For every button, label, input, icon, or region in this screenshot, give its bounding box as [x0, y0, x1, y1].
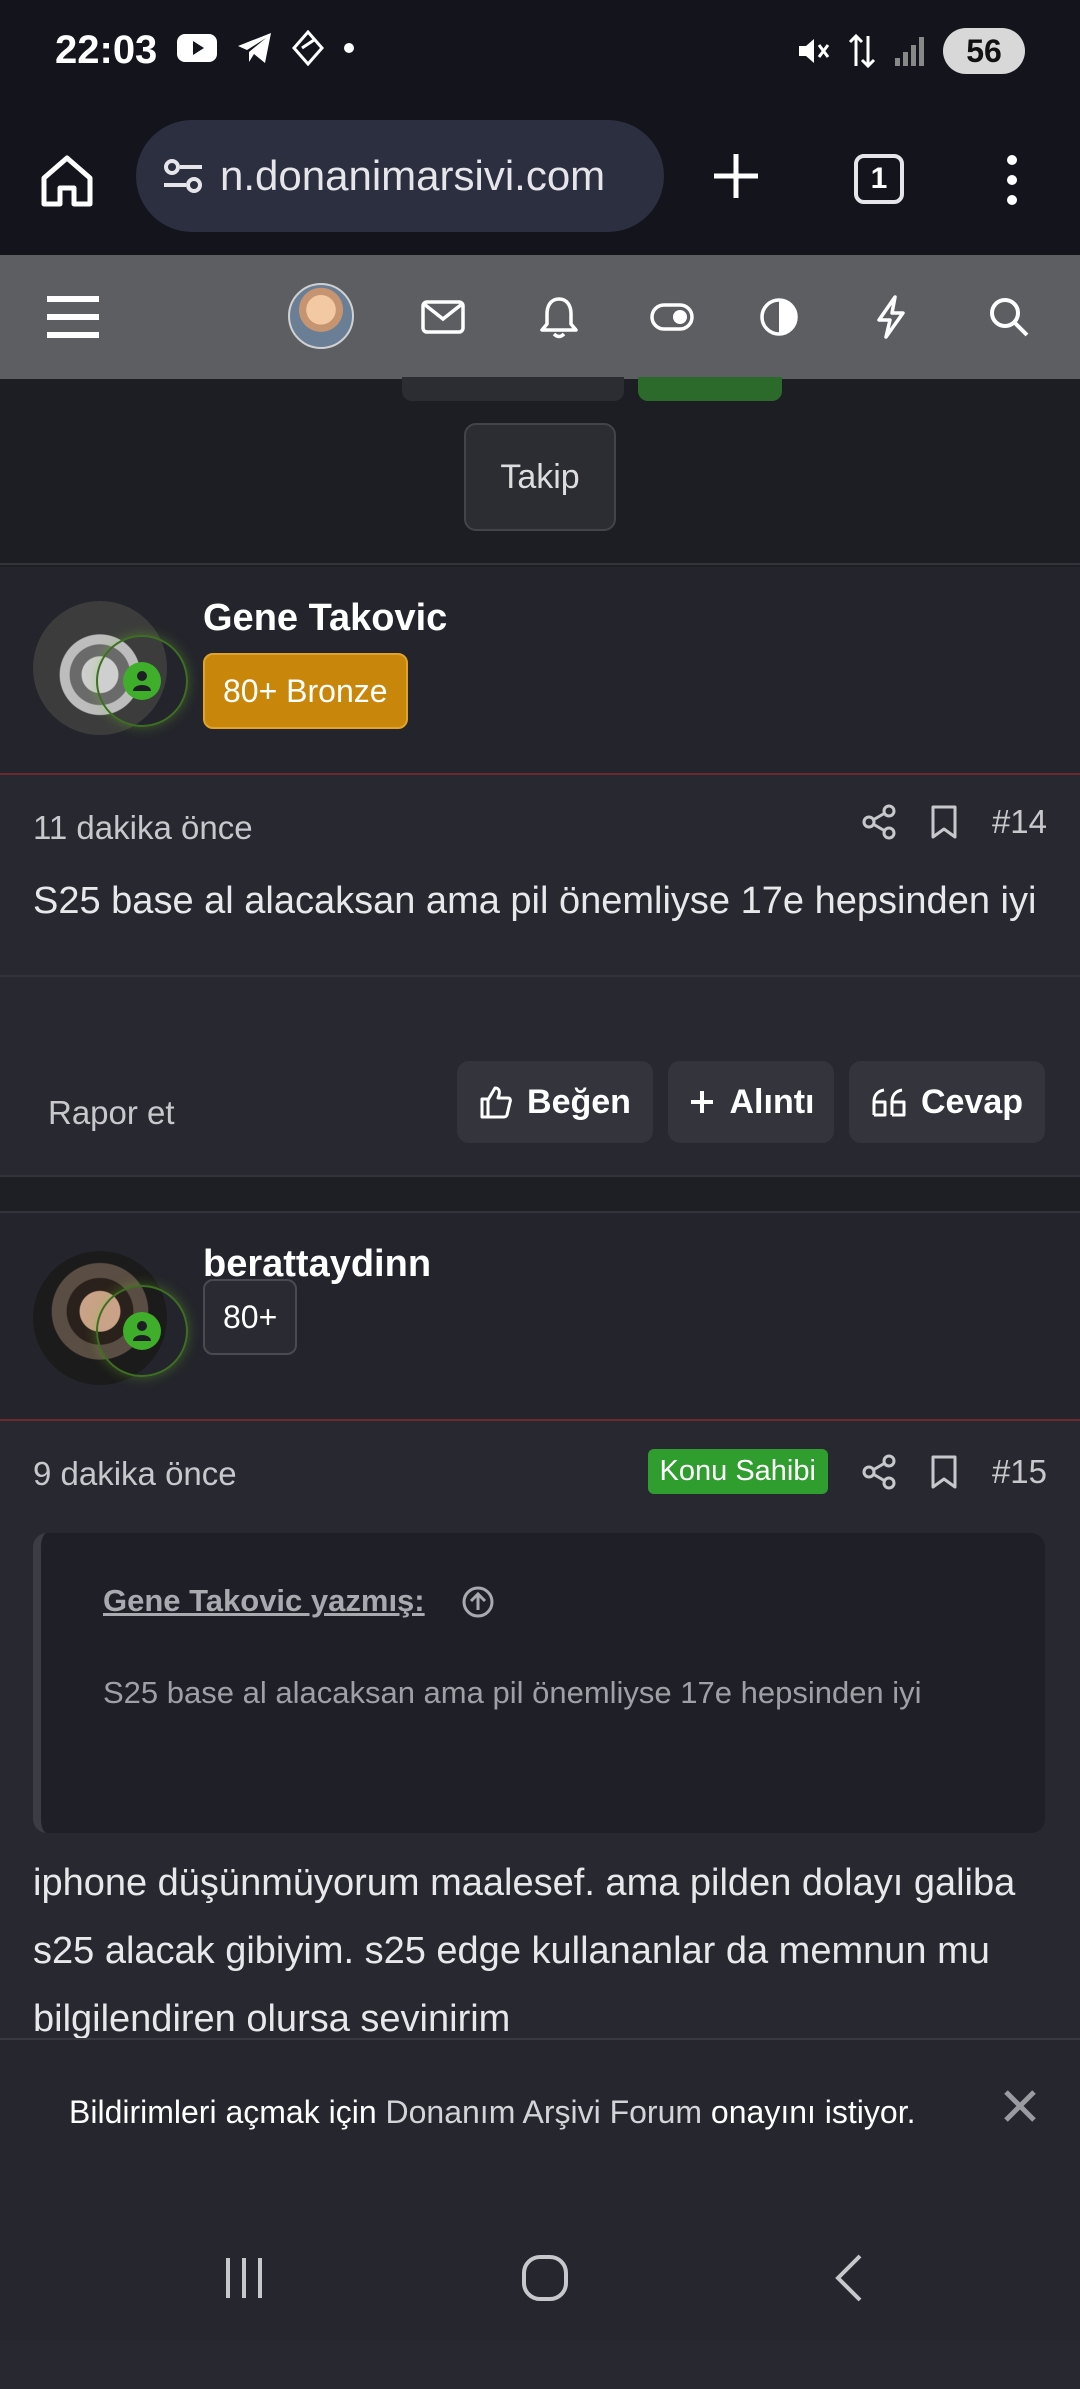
contrast-icon[interactable]: [748, 286, 810, 348]
youtube-icon: [177, 34, 217, 62]
share-icon[interactable]: [862, 1454, 896, 1490]
report-link[interactable]: Rapor et: [48, 1094, 175, 1132]
owner-badge: Konu Sahibi: [647, 1449, 828, 1494]
like-button[interactable]: Beğen: [457, 1061, 653, 1143]
post-number[interactable]: #15: [992, 1453, 1047, 1491]
post-body: iphone düşünmüyorum maalesef. ama pilden…: [33, 1862, 1016, 2040]
quote-author-link[interactable]: Gene Takovic yazmış:: [103, 1583, 425, 1619]
post-time[interactable]: 11 dakika önce: [33, 809, 253, 847]
thumbs-up-icon: [480, 1086, 512, 1119]
more-menu-icon[interactable]: [1000, 150, 1024, 210]
post-meta-actions: #14: [862, 803, 1047, 841]
diamond-icon: [292, 30, 324, 66]
home-icon[interactable]: [36, 150, 98, 212]
reply-button[interactable]: Cevap: [849, 1061, 1045, 1143]
notification-host: Donanım Arşivi Forum: [385, 2094, 703, 2130]
notification-prefix: Bildirimleri açmak için: [69, 2094, 377, 2130]
new-tab-icon[interactable]: [706, 146, 766, 206]
quote-block: Gene Takovic yazmış: S25 base al alacaks…: [33, 1533, 1045, 1833]
quote-marks-icon: [872, 1088, 906, 1117]
mail-icon[interactable]: [412, 286, 474, 348]
notification-permission-banner: Bildirimleri açmak için Donanım Arşivi F…: [0, 2038, 1080, 2204]
post-user-header: Gene Takovic 80+ Bronze: [0, 567, 1080, 775]
bookmark-icon[interactable]: [930, 804, 958, 840]
browser-toolbar: n.donanimarsivi.com 1: [0, 110, 1080, 255]
flash-icon[interactable]: [860, 286, 922, 348]
username[interactable]: Gene Takovic: [203, 597, 447, 640]
status-bar: 22:03 56: [0, 0, 1080, 110]
search-icon[interactable]: [978, 286, 1040, 348]
mute-icon: [799, 39, 830, 63]
home-nav-icon[interactable]: [515, 2248, 575, 2308]
signal-icon: [895, 37, 924, 66]
battery-indicator: 56: [943, 28, 1025, 74]
address-bar[interactable]: n.donanimarsivi.com: [136, 120, 664, 232]
menu-icon[interactable]: [42, 286, 104, 348]
partial-button[interactable]: [402, 377, 624, 401]
data-icon: [848, 33, 876, 69]
user-rank-badge: 80+: [203, 1279, 298, 1355]
bookmark-icon[interactable]: [930, 1454, 958, 1490]
site-settings-icon[interactable]: [160, 153, 206, 199]
post-time[interactable]: 9 dakika önce: [33, 1455, 237, 1493]
online-status-icon: [96, 635, 188, 727]
post-body: S25 base al alacaksan ama pil önemliyse …: [33, 880, 1037, 922]
quote-author: Gene Takovic yazmış:: [103, 1583, 425, 1618]
post-number[interactable]: #14: [992, 803, 1047, 841]
url-text: n.donanimarsivi.com: [220, 152, 606, 199]
status-left-icons: [176, 30, 356, 66]
back-icon[interactable]: [820, 2248, 880, 2308]
status-right-icons: 56: [795, 28, 1025, 74]
like-label: Beğen: [527, 1082, 631, 1121]
post-meta-actions: Konu Sahibi #15: [647, 1449, 1047, 1494]
close-icon[interactable]: [1000, 2086, 1040, 2126]
partial-button-green[interactable]: [638, 377, 782, 401]
tab-switcher-button[interactable]: 1: [854, 154, 904, 204]
notification-message: Bildirimleri açmak için Donanım Arşivi F…: [69, 2094, 915, 2131]
quote-button[interactable]: Alıntı: [668, 1061, 834, 1143]
status-time: 22:03: [55, 28, 158, 72]
post-user-header: berattaydinn 80+: [0, 1213, 1080, 1421]
thread-actions-area: Takip: [0, 377, 1080, 565]
avatar[interactable]: [288, 283, 354, 349]
online-status-icon: [96, 1285, 188, 1377]
notification-suffix: onayını istiyor.: [710, 2094, 916, 2130]
dot-icon: [344, 43, 354, 53]
post-14: Gene Takovic 80+ Bronze 11 dakika önce #…: [0, 567, 1080, 977]
telegram-icon: [238, 33, 271, 63]
toggle-icon[interactable]: [641, 286, 703, 348]
plus-icon: [690, 1091, 713, 1113]
share-icon[interactable]: [862, 804, 896, 840]
system-nav-bar: [0, 2204, 1080, 2340]
forum-header: [0, 255, 1080, 379]
user-rank-badge: 80+ Bronze: [203, 653, 408, 729]
arrow-up-circle-icon[interactable]: [461, 1585, 495, 1619]
quote-label: Alıntı: [729, 1082, 815, 1121]
reply-label: Cevap: [920, 1082, 1024, 1121]
bell-icon[interactable]: [528, 286, 590, 348]
quote-body: S25 base al alacaksan ama pil önemliyse …: [103, 1675, 922, 1710]
follow-button[interactable]: Takip: [464, 423, 616, 531]
recents-icon[interactable]: [214, 2248, 274, 2308]
